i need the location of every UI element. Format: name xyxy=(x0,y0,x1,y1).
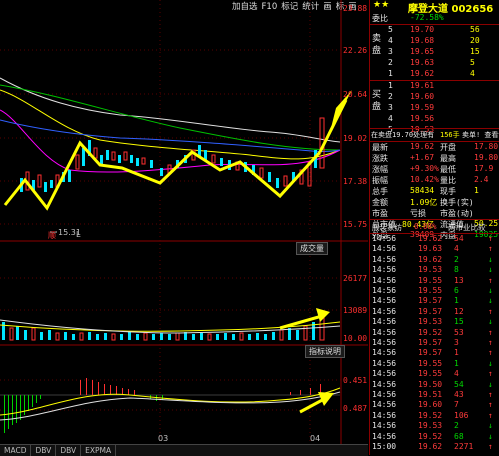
down-arrow-icon: ↓ xyxy=(488,296,493,306)
macd-bars xyxy=(4,378,321,433)
up-arrow-icon: ↑ xyxy=(488,306,493,316)
weibi-label: 委比 xyxy=(372,14,388,23)
trade-row: 14:56 19.53 15 ↓ xyxy=(372,317,493,327)
volume-tag[interactable]: 成交量 xyxy=(296,242,328,255)
date-label: 04 xyxy=(310,434,321,443)
trade-row: 14:56 19.57 1 ↓ xyxy=(372,296,493,306)
sell-row[interactable]: 5 19.70 56 xyxy=(370,25,499,36)
buy-row[interactable]: 4 19.56 xyxy=(370,114,499,125)
trade-row: 14:56 19.57 1 ↑ xyxy=(372,348,493,358)
sector-tabs: 服装家纺 0.08% 两市业比较 xyxy=(372,222,486,233)
trade-row: 14:56 19.55 13 ↑ xyxy=(372,275,493,285)
volume-axis-label: 26177 xyxy=(343,274,368,283)
price-axis-label: 19.02 xyxy=(343,134,368,143)
up-arrow-icon: ↑ xyxy=(488,234,493,243)
down-arrow-icon: ↓ xyxy=(488,358,493,368)
trade-row: 14:56 19.62 54 ↑ xyxy=(372,234,493,243)
price-axis-label: 17.38 xyxy=(343,177,368,186)
weibi-value: -72.58% xyxy=(410,13,444,22)
small-label: 顺 xyxy=(48,231,56,240)
down-arrow-icon: ↓ xyxy=(488,421,493,431)
sell-row[interactable]: 4 19.68 20 xyxy=(370,36,499,47)
trade-row: 14:56 19.60 7 ↑ xyxy=(372,400,493,410)
up-arrow-icon: ↑ xyxy=(488,348,493,358)
up-arrow-icon: ↑ xyxy=(488,369,493,379)
quote-panel: ★★ 摩登大道 002656 委比 -72.58% 卖盘 5 19.70 56 41… xyxy=(369,0,499,455)
tab-indicator[interactable]: DBV xyxy=(31,445,57,456)
trade-row: 14:56 19.57 3 ↑ xyxy=(372,338,493,347)
price-axis-label: 23.88 xyxy=(343,4,368,13)
tab-indicator[interactable]: DBV xyxy=(56,445,82,456)
chart-canvas xyxy=(0,0,368,444)
indicator-tabs: MACD DBV DBV EXPMA xyxy=(0,444,368,456)
macd-axis-label: 0.487 xyxy=(343,404,368,413)
up-arrow-icon: ↑ xyxy=(488,410,493,420)
tab-indicator[interactable]: MACD xyxy=(0,445,32,456)
sell-row[interactable]: 2 19.63 5 xyxy=(370,58,499,69)
down-arrow-icon: ↓ xyxy=(488,431,493,441)
buy-row[interactable]: 2 19.60 xyxy=(370,92,499,103)
down-arrow-icon: ↓ xyxy=(488,265,493,275)
sell-book: 卖盘 5 19.70 56 4 19.68 20 3 19.65 15 2 19.63 5 11… xyxy=(370,25,499,80)
trade-row: 14:56 19.51 43 ↑ xyxy=(372,390,493,399)
indicator-help-tag[interactable]: 指标说明 xyxy=(305,345,345,358)
star-icon[interactable]: ★★ xyxy=(373,0,389,10)
up-arrow-icon: ↑ xyxy=(488,338,493,347)
volume-axis-label: 13089 xyxy=(343,306,368,315)
tab-sector[interactable]: 服装家纺 xyxy=(372,222,402,233)
macd-axis-label: 0.451 xyxy=(343,376,368,385)
trade-row: 14:56 19.52 53 ↑ xyxy=(372,327,493,337)
volume-axis-label: 10.00 xyxy=(343,334,368,343)
trade-row: 14:56 19.62 2 ↓ xyxy=(372,254,493,264)
trade-row: 14:56 19.55 6 ↓ xyxy=(372,286,493,295)
trade-ticks: 14:56 19.62 54 ↑ 14:56 19.63 4 ↑ 14:56 19.62 2 ↓ 14:… xyxy=(370,234,499,455)
tab-indicator[interactable]: EXPMA xyxy=(81,445,117,456)
down-arrow-icon: ↓ xyxy=(488,379,493,389)
up-arrow-icon: ↑ xyxy=(488,244,493,254)
trade-row: 14:56 19.53 2 ↓ xyxy=(372,421,493,431)
up-arrow-icon: ↑ xyxy=(488,327,493,337)
up-arrow-icon: ↑ xyxy=(488,442,493,451)
down-arrow-icon: ↓ xyxy=(488,286,493,295)
trade-row: 14:56 19.50 54 ↓ xyxy=(372,379,493,389)
trade-row: 14:56 19.55 4 ↑ xyxy=(372,369,493,379)
up-arrow-icon: ↑ xyxy=(488,390,493,399)
trade-row: 14:56 19.57 12 ↑ xyxy=(372,306,493,316)
trade-row: 14:56 19.55 1 ↓ xyxy=(372,358,493,368)
trade-row: 14:56 19.52 68 ↓ xyxy=(372,431,493,441)
sell-row[interactable]: 3 19.65 15 xyxy=(370,47,499,58)
buy-row[interactable]: 3 19.59 xyxy=(370,103,499,114)
up-arrow-icon: ↑ xyxy=(488,275,493,285)
date-label: 03 xyxy=(158,434,169,443)
buy-row[interactable]: 1 19.61 xyxy=(370,81,499,92)
up-arrow-icon: ↑ xyxy=(488,400,493,410)
weibi-row: 委比 -72.58% xyxy=(370,13,499,24)
price-axis-label: 22.26 xyxy=(343,46,368,55)
kline-chart[interactable]: 加自选 F10 标记 统计画标画 23.88 22.26 20.64 19.02… xyxy=(0,0,368,456)
big-order-notice[interactable]: 在卖盘19.70处理有 156手 卖单! 查看详细 xyxy=(370,130,499,141)
price-axis-label: 20.64 xyxy=(343,90,368,99)
trade-row: 15:00 19.62 2271 ↑ xyxy=(372,442,493,451)
sell-row[interactable]: 1 19.62 4 xyxy=(370,69,499,80)
trade-row: 14:56 19.63 4 ↑ xyxy=(372,244,493,254)
tab-compare[interactable]: 两市业比较 xyxy=(448,222,486,233)
small-label: L xyxy=(76,230,81,239)
trade-row: 14:56 19.52 106 ↑ xyxy=(372,410,493,420)
trade-row: 14:56 19.53 8 ↓ xyxy=(372,265,493,275)
price-axis-label: 15.75 xyxy=(343,220,368,229)
down-arrow-icon: ↓ xyxy=(488,317,493,327)
down-arrow-icon: ↓ xyxy=(488,254,493,264)
